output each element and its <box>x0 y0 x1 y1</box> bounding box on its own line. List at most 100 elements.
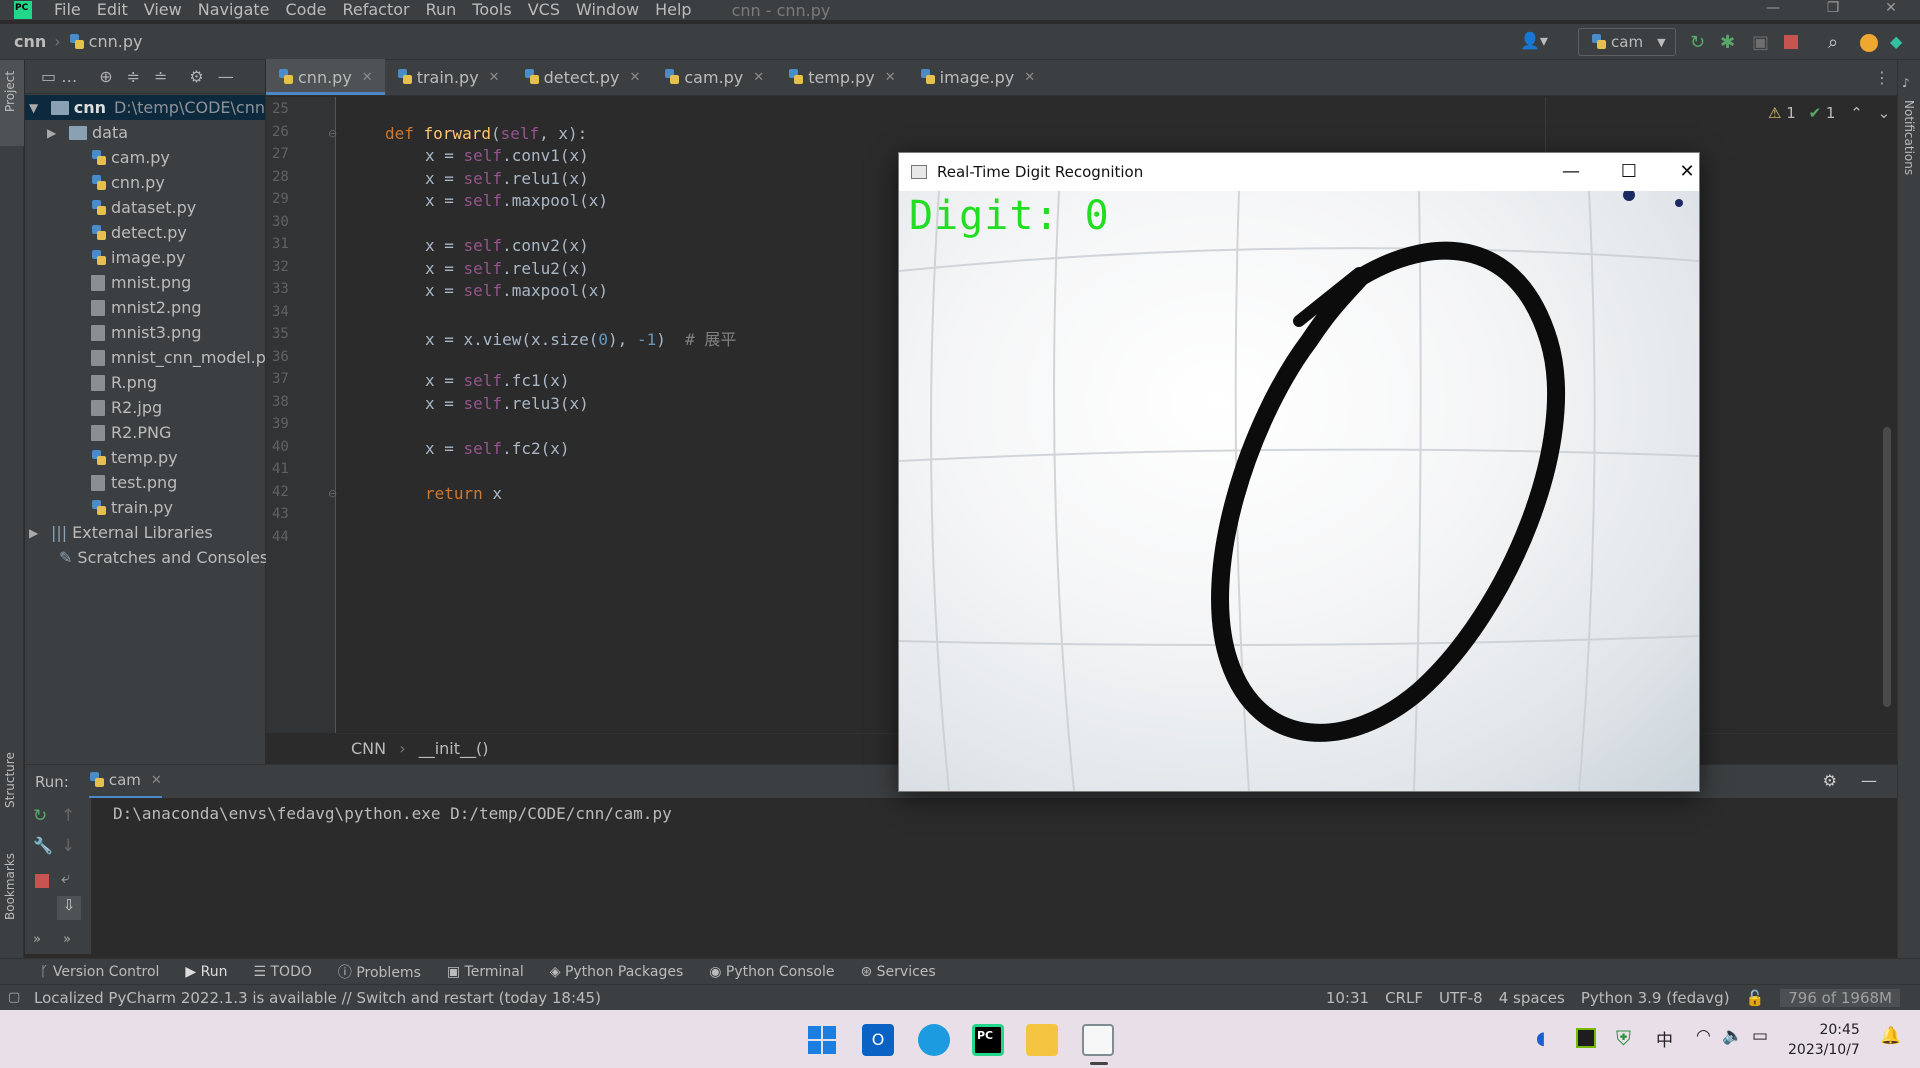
stop-icon[interactable] <box>35 874 49 888</box>
tree-item[interactable]: cnn.py <box>91 170 165 195</box>
tree-item[interactable]: R2.PNG <box>91 420 171 445</box>
tree-item[interactable]: cam.py <box>91 145 170 170</box>
defender-icon[interactable]: ◖ <box>1536 1028 1545 1049</box>
battery-icon[interactable]: ▭ <box>1752 1026 1768 1046</box>
close-icon[interactable]: ✕ <box>151 773 162 788</box>
file-encoding[interactable]: UTF-8 <box>1439 989 1483 1007</box>
caret-position[interactable]: 10:31 <box>1326 989 1369 1007</box>
menu-vcs[interactable]: VCS <box>520 1 568 19</box>
more-icon[interactable]: » <box>33 932 41 947</box>
run-config-select[interactable]: cam ▼ <box>1578 28 1676 56</box>
indent-setting[interactable]: 4 spaces <box>1499 989 1565 1007</box>
more-tabs-icon[interactable]: ⋮ <box>1874 68 1890 87</box>
tab-cam-py[interactable]: cam.py ✕ <box>652 59 776 95</box>
close-icon[interactable]: ✕ <box>362 70 373 85</box>
inspection-widget[interactable]: ⚠ 1 ✔ 1 ⌃ ⌄ <box>1768 104 1890 122</box>
project-tool-tab[interactable]: Project <box>0 60 24 146</box>
wifi-icon[interactable]: ◠ <box>1696 1026 1711 1046</box>
update-icon[interactable] <box>1860 34 1878 52</box>
memory-indicator[interactable]: 796 of 1968M <box>1780 988 1900 1007</box>
chevron-down-icon[interactable]: ⌄ <box>1878 104 1891 122</box>
jetbrains-icon[interactable]: ◆ <box>1890 32 1910 52</box>
run-tab-cam[interactable]: cam ✕ <box>88 765 162 799</box>
soft-wrap-icon[interactable]: ⤶ <box>61 868 70 888</box>
hide-icon[interactable]: — <box>218 67 234 86</box>
close-icon[interactable]: ✕ <box>629 70 640 85</box>
tree-item[interactable]: mnist2.png <box>91 295 202 320</box>
tree-item[interactable]: detect.py <box>91 220 187 245</box>
collapse-all-icon[interactable]: ≐ <box>154 67 167 86</box>
arrow-up-icon[interactable]: ↑ <box>61 806 75 826</box>
tray-clock[interactable]: 20:45 2023/10/7 <box>1788 1020 1860 1060</box>
tool-terminal[interactable]: ▣ Terminal <box>447 964 524 980</box>
structure-tab[interactable]: Structure <box>3 752 17 808</box>
status-message[interactable]: Localized PyCharm 2022.1.3 is available … <box>34 989 601 1007</box>
nav-project[interactable]: cnn <box>14 32 46 51</box>
cv-window-taskbar-icon[interactable] <box>1082 1024 1114 1056</box>
tree-item[interactable]: R2.jpg <box>91 395 162 420</box>
stop-icon[interactable] <box>1784 35 1798 49</box>
tab-temp-py[interactable]: temp.py ✕ <box>776 59 907 95</box>
notification-bell-icon[interactable]: 🔔 <box>1880 1026 1901 1046</box>
lock-icon[interactable]: 🔓 <box>1746 989 1765 1007</box>
breadcrumb-method[interactable]: __init__() <box>419 739 489 758</box>
cv-maximize-button[interactable]: ☐ <box>1609 159 1649 185</box>
tab-train-py[interactable]: train.py ✕ <box>385 59 512 95</box>
cv-close-button[interactable]: ✕ <box>1667 159 1707 185</box>
tree-item[interactable]: test.png <box>91 470 177 495</box>
notifications-tab[interactable]: Notifications <box>1902 100 1916 175</box>
coverage-icon[interactable]: ▣ <box>1752 32 1772 53</box>
cv-window-titlebar[interactable]: Real-Time Digit Recognition — ☐ ✕ <box>899 153 1699 191</box>
menu-edit[interactable]: Edit <box>89 1 136 19</box>
locate-icon[interactable]: ⊕ <box>99 67 112 86</box>
menu-code[interactable]: Code <box>278 1 335 19</box>
tree-item-scratches[interactable]: ✎ Scratches and Consoles <box>59 545 268 570</box>
tab-detect-py[interactable]: detect.py ✕ <box>512 59 653 95</box>
tool-python-packages[interactable]: ◈ Python Packages <box>550 964 684 980</box>
arrow-down-icon[interactable]: ↓ <box>61 836 75 856</box>
tree-item[interactable]: R.png <box>91 370 157 395</box>
expand-all-icon[interactable]: ≑ <box>127 67 140 86</box>
interpreter-selector[interactable]: Python 3.9 (fedavg) <box>1581 989 1730 1007</box>
tree-item[interactable]: image.py <box>91 245 186 270</box>
menu-navigate[interactable]: Navigate <box>190 1 278 19</box>
minimize-button[interactable]: — <box>1750 0 1796 20</box>
nav-file[interactable]: cnn.py <box>89 32 143 51</box>
close-icon[interactable]: ✕ <box>753 70 764 85</box>
debug-icon[interactable]: ✱ <box>1720 32 1740 53</box>
tool-python-console[interactable]: ◉ Python Console <box>709 964 834 980</box>
user-icon[interactable]: 👤▾ <box>1520 31 1548 50</box>
close-icon[interactable]: ✕ <box>885 70 896 85</box>
more-icon[interactable]: » <box>63 932 71 947</box>
tree-item-data[interactable]: ▶ data <box>47 120 128 145</box>
tool-todo[interactable]: ☰ TODO <box>253 964 311 980</box>
tool-version-control[interactable]: ᚴ Version Control <box>40 964 159 980</box>
tree-item[interactable]: dataset.py <box>91 195 196 220</box>
line-separator[interactable]: CRLF <box>1385 989 1423 1007</box>
tree-item[interactable]: temp.py <box>91 445 178 470</box>
menu-file[interactable]: File <box>46 1 89 19</box>
start-menu-icon[interactable] <box>806 1024 838 1056</box>
menu-refactor[interactable]: Refactor <box>334 1 417 19</box>
file-explorer-icon[interactable] <box>1026 1024 1058 1056</box>
editor-scrollbar[interactable] <box>1883 427 1891 707</box>
gear-icon[interactable]: ⚙ <box>1823 771 1837 790</box>
tab-image-py[interactable]: image.py ✕ <box>908 59 1047 95</box>
run-console[interactable]: ↻ ↑ 🔧 ↓ ⤶ ⇩ » » D:\anaconda\envs\fedavg\… <box>25 798 1897 954</box>
tree-item[interactable]: mnist_cnn_model.pth <box>91 345 282 370</box>
cv-minimize-button[interactable]: — <box>1551 159 1591 185</box>
fold-icon[interactable]: ⊖ <box>328 127 337 140</box>
search-icon[interactable]: ⌕ <box>1828 32 1848 53</box>
ime-indicator[interactable]: 中 <box>1656 1026 1673 1051</box>
menu-window[interactable]: Window <box>568 1 647 19</box>
tab-cnn-py[interactable]: cnn.py ✕ <box>266 59 385 95</box>
rerun-icon[interactable]: ↻ <box>33 806 47 826</box>
outlook-icon[interactable]: O <box>862 1024 894 1056</box>
menu-run[interactable]: Run <box>418 1 465 19</box>
digit-recognition-window[interactable]: Real-Time Digit Recognition — ☐ ✕ Digit:… <box>898 152 1700 792</box>
panel-toggle-icon[interactable]: ▢ <box>8 990 20 1005</box>
tool-services[interactable]: ⊛ Services <box>860 964 935 980</box>
chevron-up-icon[interactable]: ⌃ <box>1850 104 1863 122</box>
gear-icon[interactable]: ⚙ <box>189 67 203 86</box>
hide-icon[interactable]: — <box>1861 771 1877 790</box>
